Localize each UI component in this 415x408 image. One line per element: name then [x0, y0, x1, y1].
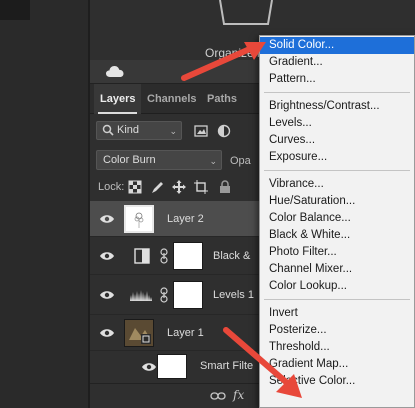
photo-thumbnail — [124, 319, 154, 347]
adjustment-layer-filter-icon[interactable] — [217, 124, 231, 138]
filter-kind-select[interactable]: Kind ⌄ — [96, 121, 182, 140]
menu-separator — [264, 170, 410, 171]
levels-adjustment-icon — [130, 290, 152, 301]
chain-link-icon[interactable] — [160, 287, 168, 303]
menu-item-gradient[interactable]: Gradient... — [260, 54, 414, 71]
chevron-down-icon: ⌄ — [169, 126, 177, 136]
blend-mode-value: Color Burn — [103, 154, 156, 166]
visibility-eye-icon[interactable] — [100, 214, 114, 224]
cloud-icon[interactable] — [106, 65, 124, 78]
adjustment-layer-menu: Solid Color... Gradient... Pattern... Br… — [259, 35, 415, 408]
document-canvas-area — [0, 0, 88, 408]
visibility-eye-icon[interactable] — [100, 251, 114, 261]
link-layers-icon[interactable] — [210, 389, 226, 403]
menu-item-pattern[interactable]: Pattern... — [260, 71, 414, 88]
pixel-layer-filter-icon[interactable] — [194, 124, 208, 138]
lock-artboard-icon[interactable] — [194, 180, 208, 194]
folder-illustration-icon — [219, 0, 273, 25]
menu-item-hue-saturation[interactable]: Hue/Saturation... — [260, 193, 414, 210]
menu-separator — [264, 299, 410, 300]
lock-image-pixels-icon[interactable] — [150, 180, 164, 194]
layer-thumbnail — [124, 205, 154, 233]
menu-item-black-white[interactable]: Black & White... — [260, 227, 414, 244]
layer-name: Layer 2 — [167, 213, 204, 225]
lock-label: Lock: — [98, 181, 125, 193]
visibility-eye-icon[interactable] — [100, 328, 114, 338]
canvas-corner — [0, 0, 30, 20]
layer-name: Levels 1 — [213, 289, 254, 301]
lock-all-icon[interactable] — [218, 180, 232, 194]
opacity-label: Opa — [230, 155, 251, 167]
layer-name: Layer 1 — [167, 327, 204, 339]
chain-link-icon[interactable] — [160, 248, 168, 264]
layer-mask-thumbnail[interactable] — [173, 281, 203, 309]
menu-item-brightness-contrast[interactable]: Brightness/Contrast... — [260, 98, 414, 115]
chevron-down-icon: ⌄ — [209, 156, 217, 166]
tab-layers[interactable]: Layers — [94, 84, 142, 114]
search-icon — [102, 124, 114, 136]
lock-transparent-pixels-icon[interactable] — [128, 180, 142, 194]
tab-channels[interactable]: Channels — [141, 84, 203, 114]
visibility-eye-icon[interactable] — [142, 362, 156, 372]
lock-position-icon[interactable] — [172, 180, 186, 194]
menu-item-exposure[interactable]: Exposure... — [260, 149, 414, 166]
menu-item-color-balance[interactable]: Color Balance... — [260, 210, 414, 227]
layer-style-fx-button[interactable]: fx — [233, 388, 244, 402]
tab-paths[interactable]: Paths — [201, 84, 243, 114]
menu-item-selective-color[interactable]: Selective Color... — [260, 373, 414, 390]
menu-item-posterize[interactable]: Posterize... — [260, 322, 414, 339]
menu-item-curves[interactable]: Curves... — [260, 132, 414, 149]
blend-mode-select[interactable]: Color Burn ⌄ — [96, 150, 222, 170]
flower-sketch-icon — [134, 212, 144, 228]
filter-kind-label: Kind — [117, 124, 140, 136]
filter-mask-thumbnail[interactable] — [157, 354, 187, 379]
menu-separator — [264, 92, 410, 93]
layer-mask-thumbnail[interactable] — [173, 242, 203, 270]
black-white-adjustment-icon — [134, 248, 150, 264]
menu-item-photo-filter[interactable]: Photo Filter... — [260, 244, 414, 261]
menu-item-channel-mixer[interactable]: Channel Mixer... — [260, 261, 414, 278]
organize-libraries-text: Organize li — [205, 46, 263, 60]
menu-item-color-lookup[interactable]: Color Lookup... — [260, 278, 414, 295]
smart-object-badge-icon — [125, 320, 153, 346]
menu-item-solid-color[interactable]: Solid Color... — [260, 37, 414, 54]
layer-name: Smart Filte — [200, 360, 254, 372]
layer-name: Black & — [213, 250, 251, 262]
menu-item-threshold[interactable]: Threshold... — [260, 339, 414, 356]
menu-item-gradient-map[interactable]: Gradient Map... — [260, 356, 414, 373]
menu-item-invert[interactable]: Invert — [260, 305, 414, 322]
menu-item-vibrance[interactable]: Vibrance... — [260, 176, 414, 193]
visibility-eye-icon[interactable] — [100, 290, 114, 300]
menu-item-levels[interactable]: Levels... — [260, 115, 414, 132]
